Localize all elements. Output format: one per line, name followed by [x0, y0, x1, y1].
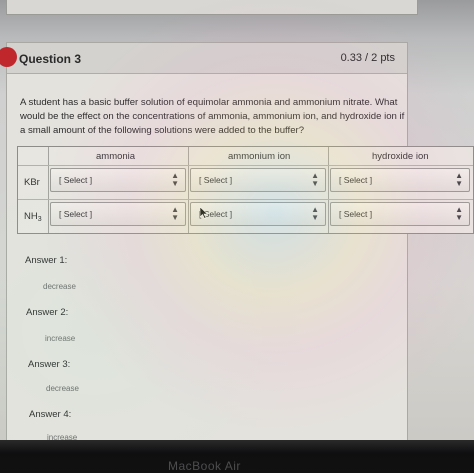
answer-table: ammonia ammonium ion hydroxide ion KBr N…: [17, 146, 474, 234]
answer-2-value: increase: [45, 334, 76, 343]
select-arrows-icon: ▲ ▼: [311, 171, 319, 188]
question-title: Question 3: [19, 52, 82, 66]
select-nh3-ammonia[interactable]: [ Select ] ▲ ▼: [50, 202, 186, 226]
photo-of-screen: Question 3 0.33 / 2 pts A student has a …: [0, 0, 474, 473]
select-kbr-ammonia[interactable]: [ Select ] ▲ ▼: [50, 168, 186, 192]
column-header-ammonium-ion: ammonium ion: [228, 151, 291, 162]
select-arrows-icon: ▲ ▼: [171, 205, 179, 222]
select-kbr-hydroxide-ion[interactable]: [ Select ] ▲ ▼: [330, 168, 470, 192]
row-label-nh3: NH3: [24, 211, 42, 223]
previous-question-card: [6, 0, 418, 15]
column-header-hydroxide-ion: hydroxide ion: [372, 151, 429, 162]
column-header-ammonia: ammonia: [96, 151, 136, 162]
answer-3-label: Answer 3:: [28, 359, 71, 370]
answer-1-label: Answer 1:: [25, 255, 68, 266]
laptop-brand-label: MacBook Air: [168, 459, 241, 473]
question-header: Question 3 0.33 / 2 pts: [0, 43, 407, 74]
row-label-kbr: KBr: [24, 177, 40, 188]
select-arrows-icon: ▲ ▼: [455, 205, 463, 222]
answer-2-label: Answer 2:: [26, 307, 69, 318]
answer-3-value: decrease: [46, 384, 79, 393]
question-card: Question 3 0.33 / 2 pts A student has a …: [0, 42, 408, 449]
question-flag-icon: [0, 47, 17, 67]
answer-1-value: decrease: [43, 282, 76, 291]
select-kbr-ammonium-ion[interactable]: [ Select ] ▲ ▼: [190, 168, 326, 192]
laptop-bezel: MacBook Air: [0, 440, 474, 473]
question-text: A student has a basic buffer solution of…: [20, 97, 405, 136]
mouse-pointer-icon: [200, 207, 208, 219]
select-arrows-icon: ▲ ▼: [311, 205, 319, 222]
question-points: 0.33 / 2 pts: [340, 52, 395, 64]
select-nh3-ammonium-ion[interactable]: [ Select ] ▲ ▼: [190, 202, 326, 226]
select-arrows-icon: ▲ ▼: [171, 171, 179, 188]
answer-4-label: Answer 4:: [29, 409, 72, 420]
select-arrows-icon: ▲ ▼: [455, 171, 463, 188]
select-nh3-hydroxide-ion[interactable]: [ Select ] ▲ ▼: [330, 202, 470, 226]
